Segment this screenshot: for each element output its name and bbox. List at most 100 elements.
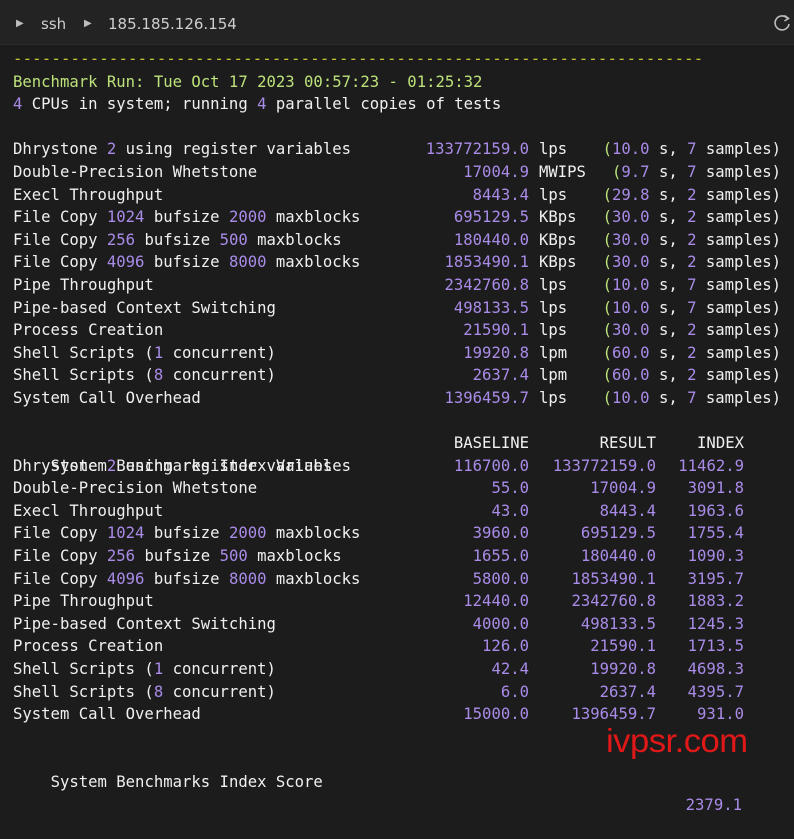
result-timing: (30.0 s, 2 samples) [598,229,781,252]
index-index: 1090.3 [687,547,744,566]
result-unit: KBps [539,208,577,227]
timing-unit: s [658,185,669,204]
result-value: 1396459.7 [444,388,530,407]
host-address[interactable]: 185.185.126.154 [108,15,237,33]
score-label: System Benchmarks Index Score [50,773,323,791]
sep: , [668,140,688,159]
index-index: 1755.4 [687,524,744,543]
result-row: Shell Scripts (8 concurrent) 2637.4 lpm (60… [13,364,794,387]
result-unit: lps [539,185,568,204]
timing-seconds: 30.0 [611,230,650,249]
index-row: Shell Scripts (8 concurrent) 6.0 2637.4 439… [13,681,794,704]
timing-unit [650,366,659,384]
sample-count: 2 [687,253,697,272]
result-value: 2637.4 [472,366,529,385]
index-index: 1713.5 [687,637,744,656]
result-value: 180440.0 [453,230,529,249]
result-unit: lpm [539,366,568,385]
result-row: Shell Scripts (1 concurrent) 19920.8 lpm (6… [13,342,794,365]
score-value: 2379.1 [685,795,742,814]
timing-unit [650,276,659,294]
result-unit: lps [539,388,568,407]
paren: ( [602,275,612,294]
sep [697,231,706,249]
index-row: File Copy 256 bufsize 500 maxblocks 1655.… [13,545,794,568]
sample-count: 2 [687,208,697,227]
result-unit: lps [539,140,568,159]
result-timing: (60.0 s, 2 samples) [598,342,781,365]
results-list: Dhrystone 2 using register variables 1337… [13,138,794,409]
paren: ( [602,298,612,317]
sample-count: 2 [687,366,697,385]
result-value: 19920.8 [463,343,529,362]
paren: ( [602,230,612,249]
index-index: 3091.8 [687,479,744,498]
samples-word: samples) [705,208,781,227]
timing-seconds: 30.0 [611,253,650,272]
samples-word: samples) [705,321,781,340]
watermark-logo: ivpsr.com [606,722,748,759]
timing-seconds: 60.0 [611,343,650,362]
timing-unit: s [658,388,669,407]
result-value: 8443.4 [472,185,529,204]
timing-unit [650,321,659,339]
timing-unit: s [658,275,669,294]
result-row: Dhrystone 2 using register variables 1337… [13,138,794,161]
sample-count: 2 [687,230,697,249]
sep [697,186,706,204]
samples-word: samples) [705,185,781,204]
sample-count: 2 [687,343,697,362]
paren: ( [602,321,612,340]
result-row: File Copy 256 bufsize 500 maxblocks 18044… [13,229,794,252]
index-row: Pipe-based Context Switching 4000.0 498133… [13,613,794,636]
run-date: Tue Oct 17 2023 00:57:23 - 01:25:32 [153,72,483,91]
timing-seconds: 60.0 [611,366,650,385]
samples-word: samples) [705,275,781,294]
paren: ( [602,343,612,362]
sep [697,344,706,362]
samples-word: samples) [705,366,781,385]
index-column-header: INDEX [697,434,744,453]
result-timing: (10.0 s, 7 samples) [598,297,781,320]
sep [697,389,706,407]
result-row: Pipe-based Context Switching 498133.5 lps(… [13,297,794,320]
result-value: 1853490.1 [444,253,530,272]
result-unit: lps [539,298,568,317]
cpu-text: parallel copies of tests [266,95,502,114]
result-timing: (30.0 s, 2 samples) [598,206,781,229]
samples-word: samples) [705,298,781,317]
refresh-icon[interactable] [772,13,792,33]
timing-unit: s [658,162,669,181]
paren: ( [602,388,612,407]
index-row: Dhrystone 2 using register variables 1167… [13,455,794,478]
result-unit: KBps [539,230,577,249]
sep: , [668,253,688,272]
paren: ( [602,208,612,227]
sep: , [668,275,688,294]
result-timing: (30.0 s, 2 samples) [598,319,781,342]
timing-unit: s [658,343,669,362]
session-label[interactable]: ssh [41,15,66,33]
sep: , [668,162,688,181]
cpu-info-line: 4 CPUs in system; running 4 parallel cop… [13,93,794,116]
sample-count: 2 [687,185,697,204]
result-value: 17004.9 [463,162,529,181]
timing-unit: s [658,253,669,272]
copies-count: 4 [257,95,267,114]
result-row: System Call Overhead 1396459.7 lps (10.0 s,… [13,387,794,410]
result-timing: (10.0 s, 7 samples) [598,274,781,297]
sep [697,140,706,158]
timing-seconds: 9.7 [621,162,650,181]
sep [697,163,706,181]
result-value: 695129.5 [453,208,529,227]
result-row: File Copy 4096 bufsize 8000 maxblocks 185… [13,251,794,274]
sample-count: 7 [687,140,697,159]
sep: , [668,298,688,317]
sep [697,253,706,271]
timing-seconds: 30.0 [611,321,650,340]
index-row: Pipe Throughput 12440.0 2342760.8 1883.2 [13,590,794,613]
sep: , [668,185,688,204]
timing-unit: s [658,321,669,340]
timing-seconds: 10.0 [611,275,650,294]
timing-unit [650,163,659,181]
